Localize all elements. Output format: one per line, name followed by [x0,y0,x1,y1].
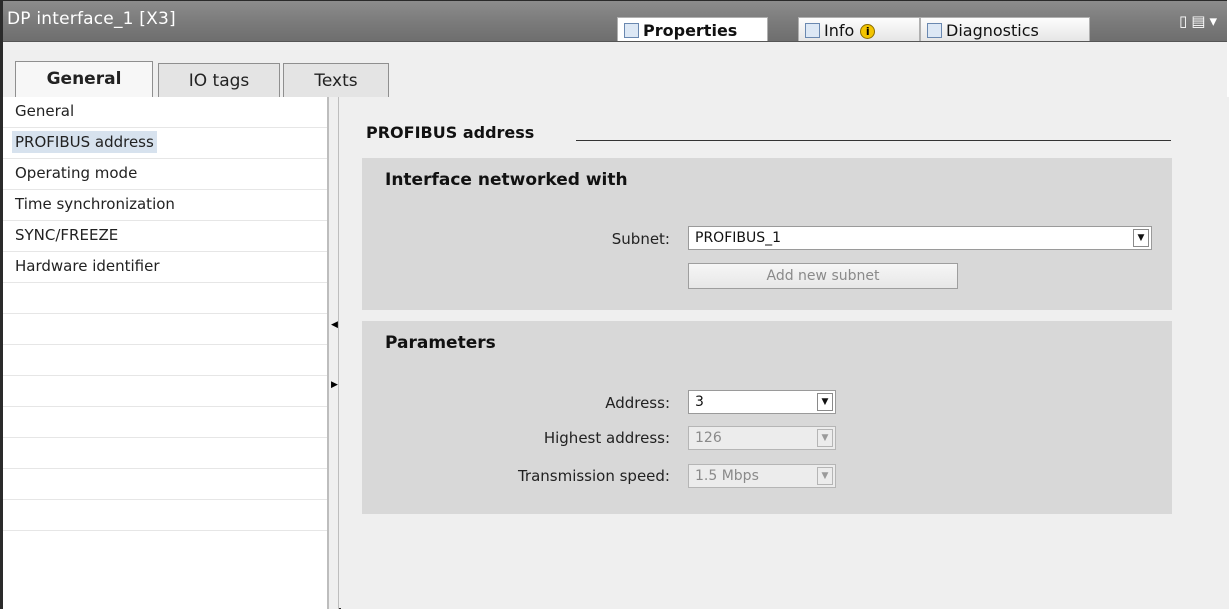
nav-empty-row [3,469,327,500]
nav-item-label: SYNC/FREEZE [15,226,119,244]
collapse-left-icon[interactable]: ◀ [331,317,338,333]
highest-address-label: Highest address: [543,429,670,447]
nav-item-time-synchronization[interactable]: Time synchronization [3,190,327,221]
nav-empty-row [3,500,327,531]
nav-empty-row [3,376,327,407]
section-divider [576,140,1171,141]
address-label: Address: [605,394,670,412]
title-bar: DP interface_1 [X3] Properties Info i Dia… [3,1,1227,42]
properties-content: PROFIBUS address Interface networked wit… [341,97,1229,609]
address-select[interactable]: 3 ▼ [688,390,836,414]
tab-diagnostics[interactable]: Diagnostics [920,17,1090,41]
transmission-speed-label: Transmission speed: [517,467,670,485]
nav-empty-row [3,314,327,345]
nav-item-label: General [15,102,75,120]
tab-properties[interactable]: Properties [617,17,768,41]
transmission-speed-value: 1.5 Mbps [695,468,759,484]
subnet-label: Subnet: [611,230,670,248]
nav-tree: General PROFIBUS address Operating mode … [3,97,328,609]
highest-address-value: 126 [695,430,722,446]
window-title: DP interface_1 [X3] [7,9,176,29]
subnet-value: PROFIBUS_1 [695,230,782,246]
tab-diagnostics-label: Diagnostics [946,21,1039,40]
parameters-heading: Parameters [385,333,496,353]
section-title: PROFIBUS address [366,123,535,142]
tab-info[interactable]: Info i [798,17,920,41]
highest-address-select: 126 ▼ [688,426,836,450]
nav-item-label: Operating mode [15,164,138,182]
nav-item-profibus-address[interactable]: PROFIBUS address [3,128,327,159]
tab-general[interactable]: General [15,61,153,98]
chevron-down-icon: ▼ [817,467,833,485]
tab-texts[interactable]: Texts [283,63,389,97]
chevron-down-icon[interactable]: ▼ [817,393,833,411]
nav-item-general[interactable]: General [3,97,327,128]
nav-item-label: PROFIBUS address [12,131,157,153]
networked-heading: Interface networked with [385,170,628,190]
chevron-down-icon[interactable]: ▼ [1133,229,1149,247]
diagnostics-icon [927,23,942,38]
transmission-speed-select: 1.5 Mbps ▼ [688,464,836,488]
parameters-panel: Parameters Address: 3 ▼ Highest address:… [362,321,1172,514]
tab-io-tags[interactable]: IO tags [158,63,280,97]
subnet-select[interactable]: PROFIBUS_1 ▼ [688,226,1152,250]
nav-item-sync-freeze[interactable]: SYNC/FREEZE [3,221,327,252]
inspector-window: DP interface_1 [X3] Properties Info i Dia… [0,0,1229,609]
nav-empty-row [3,407,327,438]
nav-empty-row [3,345,327,376]
properties-icon [624,23,639,38]
pane-splitter[interactable]: ◀ ▶ [328,97,339,609]
info-icon [805,23,820,38]
nav-item-operating-mode[interactable]: Operating mode [3,159,327,190]
address-value: 3 [695,394,704,410]
nav-item-hardware-identifier[interactable]: Hardware identifier [3,252,327,283]
tab-info-label: Info [824,21,855,40]
chevron-down-icon: ▼ [817,429,833,447]
nav-item-label: Time synchronization [15,195,175,213]
nav-empty-row [3,438,327,469]
nav-empty-row [3,283,327,314]
nav-item-label: Hardware identifier [15,257,160,275]
expand-right-icon[interactable]: ▶ [331,377,338,393]
window-controls-icon[interactable]: ▯▤▾ [1179,12,1221,30]
inspector-tabs: General IO tags Texts [3,42,1227,98]
add-new-subnet-button[interactable]: Add new subnet [688,263,958,289]
info-badge-icon: i [860,24,876,39]
interface-networked-panel: Interface networked with Subnet: PROFIBU… [362,158,1172,310]
tab-properties-label: Properties [643,21,738,40]
